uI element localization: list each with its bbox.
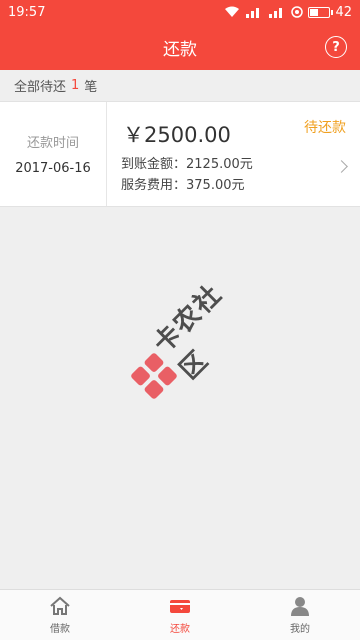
repayment-card[interactable]: 还款时间 2017-06-16 ￥2500.00 待还款 到账金额：2125.0… [0,101,360,207]
battery-level: 42 [335,4,352,20]
service-fee: 服务费用：375.00元 [121,178,245,193]
chevron-right-icon [335,160,348,173]
tab-mine[interactable]: 我的 [240,590,360,640]
help-icon[interactable]: ? [325,36,347,58]
pending-count: 1 [71,77,80,93]
repayment-amount: ￥2500.00 [123,123,231,147]
tab-label: 借款 [50,624,70,635]
repayment-date-section: 还款时间 2017-06-16 [0,102,107,206]
status-bar: 19:57 42 [0,0,360,24]
summary-prefix: 全部待还 [14,79,67,95]
home-icon [50,596,70,615]
repayment-detail-section: ￥2500.00 待还款 到账金额：2125.00元 服务费用：375.00元 [107,102,360,206]
repayment-date: 2017-06-16 [15,161,91,176]
wallet-icon [170,600,190,613]
received-amount: 到账金额：2125.00元 [121,157,253,172]
tab-label: 我的 [290,624,310,635]
repayment-time-label: 还款时间 [26,136,79,151]
signal-icon [245,6,263,18]
tab-label: 还款 [170,624,190,635]
status-time: 19:57 [8,4,46,20]
page-title: 还款 [163,39,197,60]
user-icon [291,597,309,616]
notification-icon [291,6,304,18]
battery-icon [308,6,334,18]
tab-bar: 借款 还款 我的 [0,589,360,640]
app-bar: 还款 ? [0,24,360,70]
wifi-icon [224,6,240,18]
watermark: 卡农社区 [89,229,301,441]
signal-icon [268,6,286,18]
tab-borrow[interactable]: 借款 [0,590,120,640]
summary-suffix: 笔 [84,79,98,95]
tab-repay[interactable]: 还款 [120,590,240,640]
status-icons: 42 [224,5,352,20]
pending-summary: 全部待还 1 笔 [0,70,360,100]
status-badge: 待还款 [304,120,346,136]
